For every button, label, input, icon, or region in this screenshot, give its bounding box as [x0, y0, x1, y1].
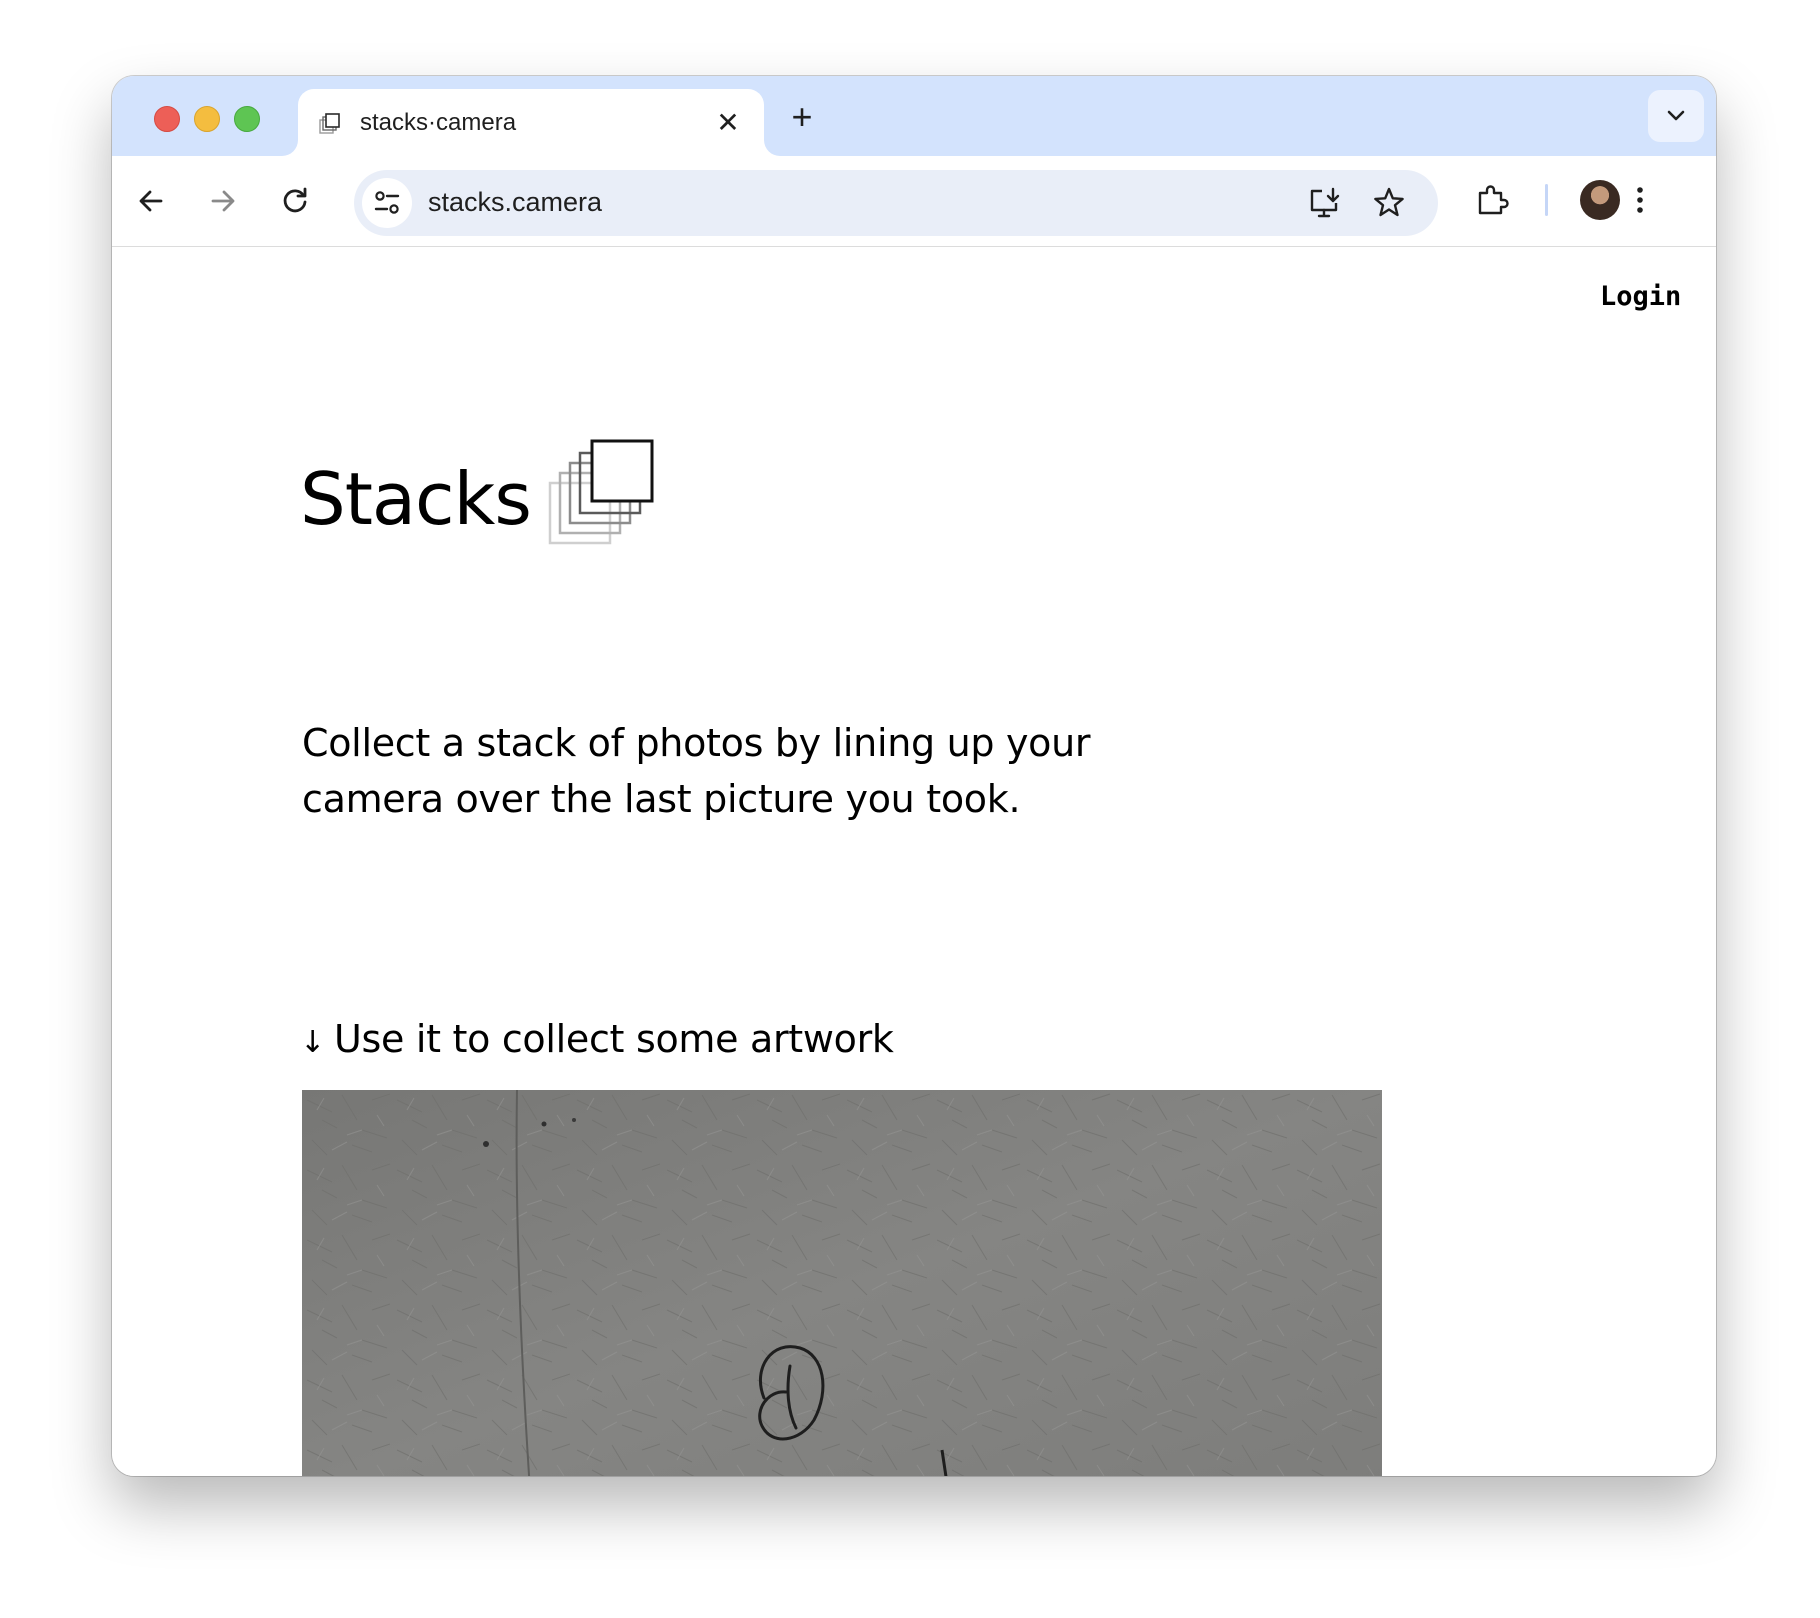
- avatar[interactable]: [1580, 180, 1620, 220]
- brand-title: Stacks: [300, 457, 532, 541]
- arrow-down-icon: ↓: [300, 1025, 325, 1060]
- tab-title: stacks·camera: [360, 109, 517, 136]
- reload-icon[interactable]: [274, 180, 316, 222]
- artwork-photo: [302, 1090, 1382, 1476]
- close-window-button[interactable]: [154, 106, 180, 132]
- address-bar[interactable]: stacks.camera: [354, 170, 1438, 236]
- arrow-left-icon[interactable]: [130, 180, 172, 222]
- chevron-down-icon: [1667, 110, 1685, 121]
- stacks-logo-icon: [548, 439, 654, 545]
- browser-window: stacks·camera ✕ + stacks.camera Login St…: [112, 76, 1716, 1476]
- toolbar-divider: [1545, 184, 1548, 216]
- tab-stacks-camera[interactable]: stacks·camera ✕: [298, 89, 764, 156]
- browser-toolbar: stacks.camera: [112, 156, 1716, 247]
- login-link[interactable]: Login: [1600, 281, 1681, 312]
- stacks-favicon-icon: [319, 113, 340, 134]
- artwork-photo-image: [302, 1090, 1382, 1476]
- arrow-right-icon[interactable]: [202, 180, 244, 222]
- star-icon[interactable]: [1370, 184, 1408, 222]
- minimize-window-button[interactable]: [194, 106, 220, 132]
- tab-search-button[interactable]: [1648, 90, 1704, 142]
- section-heading: ↓ Use it to collect some artwork: [300, 1017, 894, 1061]
- new-tab-button[interactable]: +: [784, 99, 820, 136]
- puzzle-icon[interactable]: [1470, 178, 1514, 222]
- tab-close-icon[interactable]: ✕: [714, 109, 742, 137]
- page-content: Login Stacks Collect a stack of photos b…: [112, 247, 1716, 1476]
- zoom-window-button[interactable]: [234, 106, 260, 132]
- tagline: Collect a stack of photos by lining up y…: [302, 721, 1091, 821]
- tune-icon: [374, 191, 400, 214]
- site-info-button[interactable]: [362, 178, 412, 228]
- url-text[interactable]: stacks.camera: [428, 187, 602, 218]
- tab-strip: stacks·camera ✕ +: [112, 76, 1716, 156]
- section-heading-text: Use it to collect some artwork: [334, 1017, 894, 1061]
- install-app-icon[interactable]: [1306, 184, 1344, 222]
- kebab-menu-icon[interactable]: [1618, 178, 1662, 222]
